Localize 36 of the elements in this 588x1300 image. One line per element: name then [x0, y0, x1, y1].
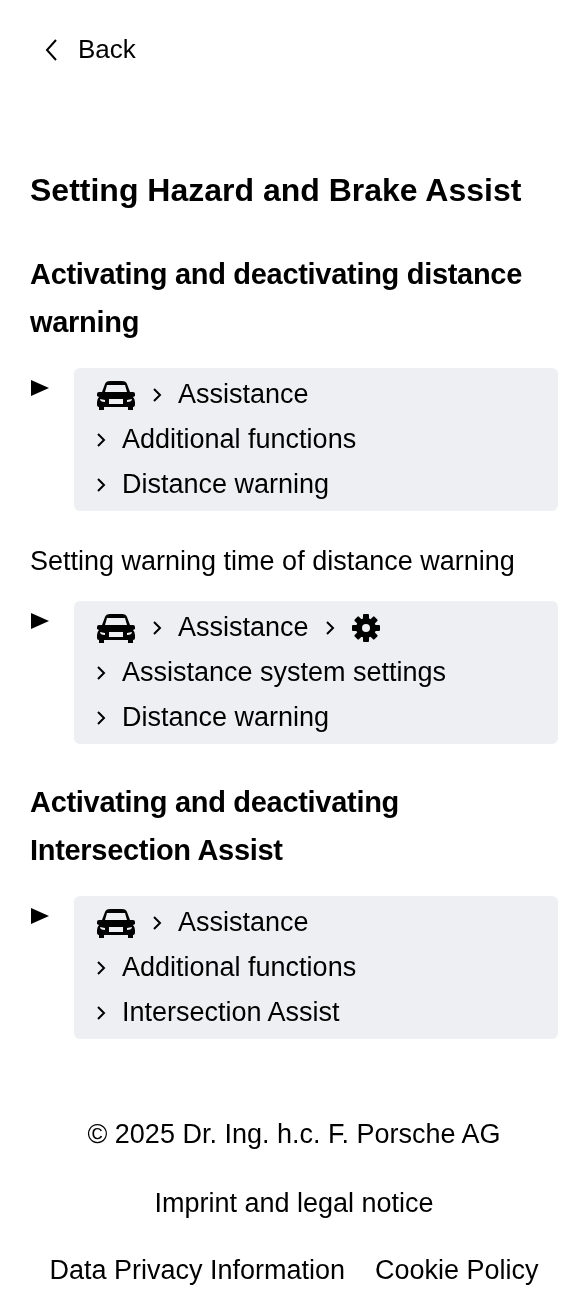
- footer-link[interactable]: Cookie Policy: [375, 1255, 539, 1286]
- play-triangle-icon: [30, 906, 50, 926]
- menu-item-label: Distance warning: [122, 702, 330, 733]
- chevron-right-icon: [96, 476, 106, 493]
- back-chevron-icon: [44, 37, 58, 62]
- menu-item-label: Assistance system settings: [122, 657, 447, 688]
- chevron-right-icon: [152, 914, 162, 931]
- menu-item-label: Additional functions: [122, 952, 357, 983]
- car-icon: [96, 612, 136, 643]
- page-title: Setting Hazard and Brake Assist: [30, 171, 523, 210]
- footer-link[interactable]: Data Privacy Information: [49, 1255, 345, 1286]
- section-heading: Activating and deactivating distance warning: [30, 257, 523, 340]
- chevron-right-icon: [324, 619, 335, 636]
- chevron-right-icon: [152, 619, 162, 636]
- chevron-right-icon: [96, 709, 106, 726]
- footer-link[interactable]: Imprint and legal notice: [154, 1188, 434, 1219]
- play-triangle-icon: [30, 611, 50, 631]
- chevron-right-icon: [96, 431, 106, 448]
- menu-item-label: Assistance: [178, 907, 309, 938]
- chevron-right-icon: [96, 664, 106, 681]
- chevron-right-icon: [96, 1004, 106, 1021]
- copyright-text: © 2025 Dr. Ing. h.c. F. Porsche AG: [87, 1119, 501, 1150]
- menu-item-label: Distance warning: [122, 469, 330, 500]
- menu-item-label: Assistance: [178, 612, 309, 643]
- menu-item-label: Intersection Assist: [122, 997, 340, 1028]
- car-icon: [96, 907, 136, 938]
- chevron-right-icon: [96, 959, 106, 976]
- paragraph: Setting warning time of distance warning: [30, 545, 516, 577]
- menu-item-label: Assistance: [178, 379, 309, 410]
- chevron-right-icon: [152, 386, 162, 403]
- settings-icon: [350, 612, 381, 643]
- car-icon: [96, 379, 136, 410]
- section-heading: Activating and deactivating Intersection Assist: [30, 785, 400, 868]
- back-button[interactable]: Back: [40, 30, 140, 69]
- menu-item-label: Additional functions: [122, 424, 357, 455]
- play-triangle-icon: [30, 378, 50, 398]
